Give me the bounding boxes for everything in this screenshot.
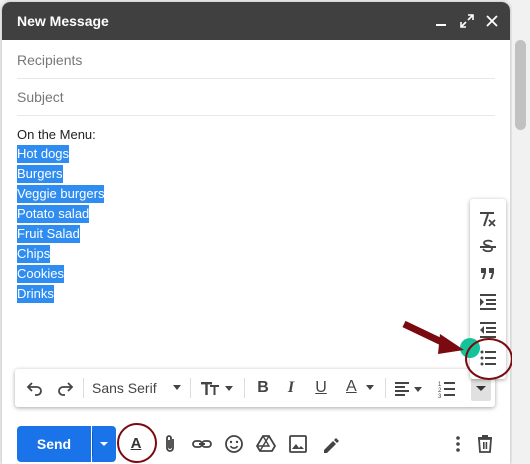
italic-icon[interactable]: I: [281, 376, 301, 400]
chevron-down-icon: [366, 385, 374, 390]
discard-icon[interactable]: [473, 432, 497, 456]
svg-text:3: 3: [438, 394, 442, 400]
message-body[interactable]: On the Menu: Hot dogs Burgers Veggie bur…: [17, 125, 105, 304]
numbered-list-icon[interactable]: 123: [435, 376, 459, 400]
subject-placeholder: Subject: [17, 89, 64, 105]
font-family-value: Sans Serif: [92, 380, 157, 396]
scrollbar-thumb[interactable]: [515, 40, 526, 130]
signature-icon[interactable]: [318, 432, 342, 456]
text-color-icon[interactable]: A: [343, 376, 383, 400]
quote-icon[interactable]: [475, 262, 501, 286]
toolbar-divider: [385, 378, 386, 398]
indent-more-icon[interactable]: [475, 290, 501, 314]
annotation-circle: [465, 338, 513, 380]
compose-titlebar[interactable]: New Message: [2, 2, 510, 40]
toolbar-divider: [83, 378, 84, 398]
page-scrollbar[interactable]: [512, 0, 530, 464]
subject-field[interactable]: Subject: [17, 79, 495, 116]
recipients-placeholder: Recipients: [17, 52, 83, 68]
underline-icon[interactable]: U: [311, 376, 331, 400]
undo-icon[interactable]: [23, 376, 47, 400]
list-item: Drinks: [17, 285, 54, 303]
formatting-toolbar: Sans Serif B I U A 123: [15, 369, 495, 407]
strikethrough-icon[interactable]: [475, 235, 501, 259]
list-item: Burgers: [17, 165, 63, 183]
font-family-select[interactable]: Sans Serif: [92, 376, 184, 400]
minimize-icon[interactable]: [431, 11, 451, 31]
recipients-field[interactable]: Recipients: [17, 42, 495, 79]
redo-icon[interactable]: [53, 376, 77, 400]
attach-icon[interactable]: [158, 432, 182, 456]
annotation-circle: [117, 423, 157, 463]
body-intro-line: On the Menu:: [17, 127, 96, 142]
emoji-icon[interactable]: [222, 432, 246, 456]
more-options-icon[interactable]: [446, 432, 470, 456]
send-button[interactable]: Send: [17, 426, 91, 462]
expand-icon[interactable]: [457, 11, 477, 31]
align-icon[interactable]: [393, 376, 427, 400]
close-icon[interactable]: [482, 11, 502, 31]
remove-formatting-icon[interactable]: [475, 207, 501, 231]
send-options-button[interactable]: [92, 426, 116, 462]
list-item: Fruit Salad: [17, 225, 80, 243]
toolbar-divider: [190, 378, 191, 398]
list-item: Chips: [17, 245, 51, 263]
chevron-down-icon: [173, 385, 181, 390]
photo-icon[interactable]: [286, 432, 310, 456]
list-item: Hot dogs: [17, 145, 70, 163]
toolbar-divider: [244, 378, 245, 398]
list-item: Cookies: [17, 265, 64, 283]
drive-icon[interactable]: [254, 432, 278, 456]
text-size-icon[interactable]: [198, 376, 238, 400]
bold-icon[interactable]: B: [253, 376, 273, 400]
list-item: Veggie burgers: [17, 185, 105, 203]
compose-title: New Message: [17, 13, 109, 29]
list-item: Potato salad: [17, 205, 90, 223]
text-color-glyph: A: [346, 378, 357, 395]
link-icon[interactable]: [190, 432, 214, 456]
annotation-arrow-icon: [402, 320, 464, 354]
